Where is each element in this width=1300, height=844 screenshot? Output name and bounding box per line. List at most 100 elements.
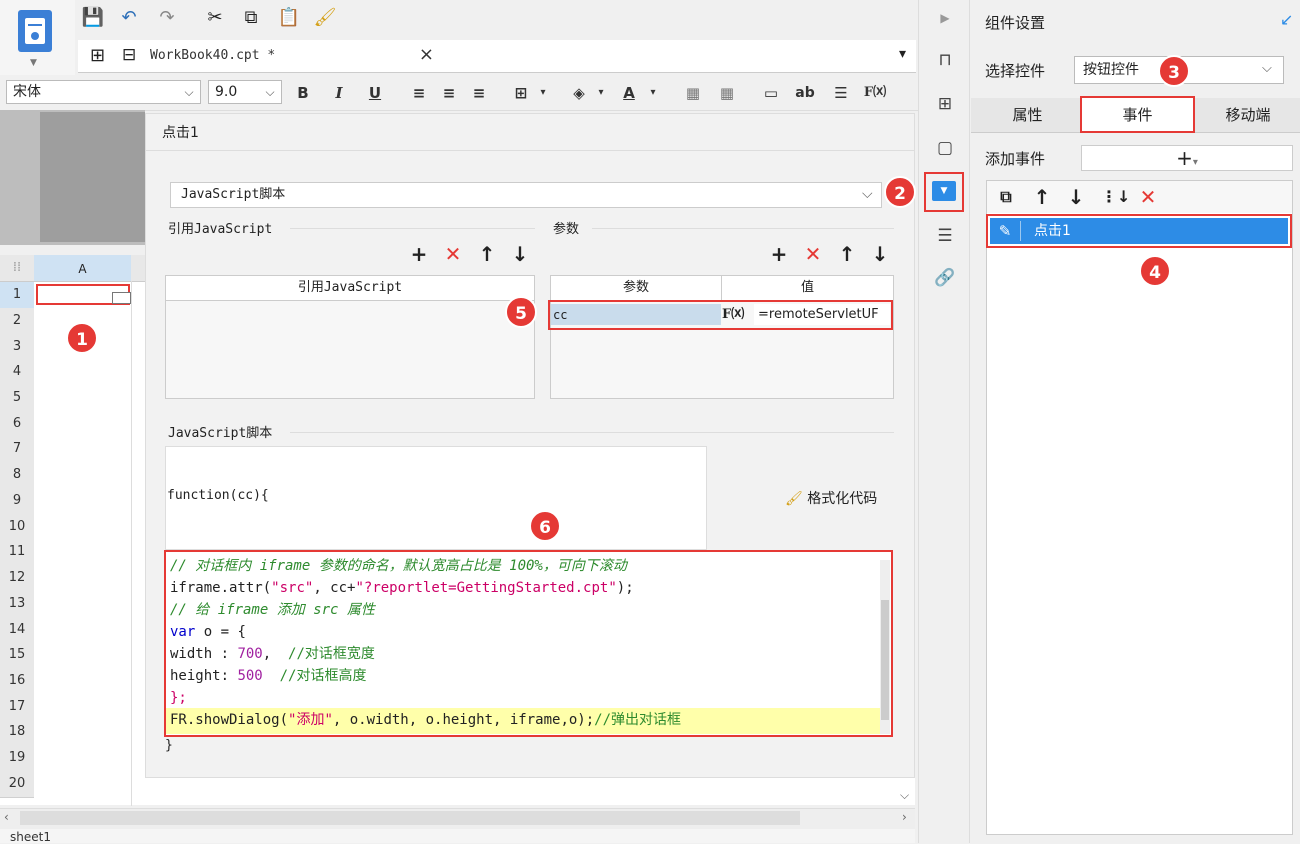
row-header[interactable]: 20 <box>0 771 34 798</box>
close-icon[interactable]: × <box>419 44 434 65</box>
copy-icon[interactable]: ⧉ <box>238 6 264 30</box>
cut-icon[interactable]: ✂ <box>202 6 228 30</box>
redo-icon[interactable]: ↷ <box>154 6 180 30</box>
cell-button-widget[interactable] <box>112 292 131 304</box>
float-element-icon[interactable]: ▢ <box>931 134 959 162</box>
sheet-bar <box>0 829 915 843</box>
collapse-arrow-icon[interactable]: ▶ <box>931 4 959 32</box>
delete-icon[interactable]: ✕ <box>442 243 464 265</box>
copy-icon[interactable]: ⧉ <box>995 186 1017 208</box>
add-icon[interactable]: + <box>408 243 430 265</box>
highlight-box <box>548 300 893 330</box>
add-event-button[interactable]: +▾ <box>1081 145 1293 171</box>
chevron-down-icon[interactable]: ▾ <box>588 81 614 105</box>
step-badge-6: 6 <box>529 510 561 542</box>
row-header[interactable]: 8 <box>0 462 34 489</box>
tab-attributes[interactable]: 属性 <box>975 98 1080 132</box>
row-header[interactable]: 1 <box>0 282 34 309</box>
scroll-down-icon[interactable]: ⌵ <box>900 788 909 803</box>
move-up-icon[interactable]: ↑ <box>1031 186 1053 208</box>
grid-icon[interactable]: ⊞ <box>90 45 105 66</box>
widget-settings-icon[interactable]: ▼ <box>932 181 956 201</box>
format-painter-icon[interactable]: 🖌 <box>312 6 338 30</box>
font-family-select[interactable]: 宋体 ⌵ <box>6 80 201 104</box>
row-header[interactable]: 14 <box>0 617 34 644</box>
logo-menu-arrow-icon[interactable]: ▼ <box>30 58 37 68</box>
paste-icon[interactable]: 📋 <box>276 6 302 30</box>
pin-icon[interactable]: ↙ <box>1280 10 1293 29</box>
font-size-select[interactable]: 9.0 ⌵ <box>208 80 282 104</box>
row-header[interactable]: 11 <box>0 539 34 566</box>
font-color-icon[interactable]: A <box>616 81 642 105</box>
bold-icon[interactable]: B <box>290 81 316 105</box>
align-right-icon[interactable]: ≡ <box>466 81 492 105</box>
code-scrollbar-thumb[interactable] <box>881 600 889 720</box>
column-header-a[interactable]: A <box>34 255 131 281</box>
select-all-icon[interactable]: ⁞⁞ <box>0 255 34 281</box>
code-line: height: 500 //对话框高度 <box>170 668 367 684</box>
format-code-button[interactable]: 🖌 格式化代码 <box>785 488 877 508</box>
scroll-left-icon[interactable]: ‹ <box>4 810 9 824</box>
chevron-down-icon[interactable]: ▾ <box>640 81 666 105</box>
hyperlink-icon[interactable]: 🔗 <box>931 264 959 292</box>
row-header[interactable]: 15 <box>0 642 34 669</box>
save-icon[interactable]: 💾 <box>80 6 106 30</box>
row-header[interactable]: 16 <box>0 668 34 695</box>
chevron-down-icon[interactable]: ⌵ <box>862 186 873 202</box>
delete-icon[interactable]: ✕ <box>802 243 824 265</box>
move-down-icon[interactable]: ↓ <box>509 243 531 265</box>
condition-attr-icon[interactable]: ☰ <box>931 222 959 250</box>
formula-icon[interactable]: F⒳ <box>862 81 888 105</box>
chevron-down-icon[interactable]: ⌵ <box>1262 61 1272 76</box>
tab-events[interactable]: 事件 <box>1082 98 1193 132</box>
move-up-icon[interactable]: ↑ <box>476 243 498 265</box>
code-line: }; <box>170 690 187 706</box>
scroll-right-icon[interactable]: › <box>902 810 907 824</box>
cell-info-icon[interactable]: ⊞ <box>931 90 959 118</box>
app-logo-icon[interactable] <box>18 10 52 52</box>
delete-icon[interactable]: ✕ <box>1137 186 1159 208</box>
row-header[interactable]: 2 <box>0 308 34 335</box>
row-header[interactable]: 5 <box>0 385 34 412</box>
sheet-tab[interactable]: sheet1 <box>10 830 51 844</box>
row-header[interactable]: 6 <box>0 411 34 438</box>
move-down-icon[interactable]: ↓ <box>1065 186 1087 208</box>
js-script-section-label: JavaScript脚本 <box>168 426 273 441</box>
italic-icon[interactable]: I <box>326 81 352 105</box>
tab-workbook[interactable]: ⊟ WorkBook40.cpt * × <box>118 40 438 72</box>
row-header[interactable]: 7 <box>0 436 34 463</box>
move-down-icon[interactable]: ↓ <box>869 243 891 265</box>
underline-icon[interactable]: U <box>362 81 388 105</box>
brush-icon: 🖌 <box>785 491 803 507</box>
row-header[interactable]: 12 <box>0 565 34 592</box>
paragraph-icon[interactable]: ☰ <box>828 81 854 105</box>
horizontal-scrollbar-thumb[interactable] <box>20 811 800 825</box>
move-up-icon[interactable]: ↑ <box>836 243 858 265</box>
unmerge-icon[interactable]: ▦ <box>714 81 740 105</box>
undo-icon[interactable]: ↶ <box>116 6 142 30</box>
text-icon[interactable]: ab <box>792 81 818 105</box>
textbox-icon[interactable]: ▭ <box>758 81 784 105</box>
code-line: var o = { <box>170 624 246 640</box>
sort-icon[interactable]: ⋮↓ <box>1101 186 1130 208</box>
row-header[interactable]: 17 <box>0 694 34 721</box>
chevron-down-icon[interactable]: ▾ <box>530 81 556 105</box>
tab-mobile[interactable]: 移动端 <box>1196 98 1300 132</box>
tab-menu-icon[interactable]: ▾ <box>899 46 906 62</box>
align-center-icon[interactable]: ≡ <box>436 81 462 105</box>
row-header[interactable]: 19 <box>0 745 34 772</box>
divider <box>145 150 915 151</box>
merge-icon[interactable]: ▦ <box>680 81 706 105</box>
row-header[interactable]: 9 <box>0 488 34 515</box>
event-list[interactable] <box>986 180 1293 835</box>
script-type-select[interactable]: JavaScript脚本 <box>170 182 882 208</box>
row-header[interactable]: 4 <box>0 359 34 386</box>
cell-attr-icon[interactable]: ⊓ <box>931 46 959 74</box>
row-header[interactable]: 18 <box>0 719 34 746</box>
row-header[interactable]: 3 <box>0 334 34 361</box>
row-header[interactable]: 10 <box>0 514 34 541</box>
align-left-icon[interactable]: ≡ <box>406 81 432 105</box>
row-header[interactable]: 13 <box>0 591 34 618</box>
add-icon[interactable]: + <box>768 243 790 265</box>
value-column-header: 值 <box>722 276 893 301</box>
